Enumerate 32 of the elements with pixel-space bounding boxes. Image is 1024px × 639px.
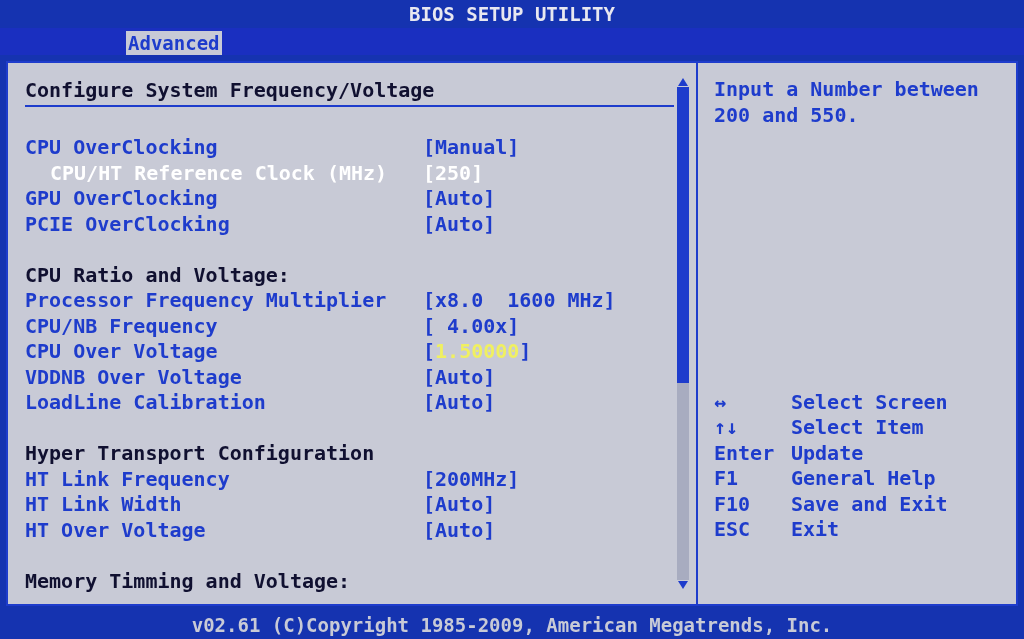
setting-label[interactable]: HT Link Width <box>25 492 182 517</box>
setting-label[interactable]: CPU OverClocking <box>25 135 218 160</box>
setting-label[interactable]: LoadLine Calibration <box>25 390 266 415</box>
key-name: F1 <box>714 465 740 493</box>
key-action: Save and Exit <box>791 490 948 518</box>
help-text: Input a Number between 200 and 550. <box>714 77 980 128</box>
section-heading: Hyper Transport Configuration <box>25 440 375 468</box>
tab[interactable]: Advanced <box>126 31 222 55</box>
key-name: Enter <box>714 439 776 467</box>
setting-label[interactable]: GPU OverClocking <box>25 186 218 211</box>
setting-value[interactable]: [Manual] <box>423 132 520 163</box>
section-heading: Memory Timming and Voltage: <box>25 567 351 595</box>
key-action: Select Item <box>791 414 924 442</box>
panel-title: Configure System Frequency/Voltage <box>25 77 435 104</box>
key-action: Exit <box>791 516 840 544</box>
section-heading: CPU Ratio and Voltage: <box>25 261 290 289</box>
setting-label[interactable]: CPU/NB Frequency <box>25 313 218 338</box>
setting-label[interactable]: VDDNB Over Voltage <box>25 364 242 389</box>
key-action: Update <box>791 439 864 467</box>
key-name: ESC <box>714 516 752 544</box>
window-title: BIOS SETUP UTILITY <box>409 1 615 27</box>
setting-label[interactable]: HT Link Frequency <box>25 466 230 491</box>
setting-label[interactable]: CPU Over Voltage <box>25 339 218 364</box>
setting-label[interactable]: Processor Frequency Multiplier <box>25 288 387 313</box>
setting-label[interactable]: PCIE OverClocking <box>25 211 230 236</box>
key-name: ↔ <box>714 388 728 416</box>
key-name: ↑↓ <box>714 414 740 442</box>
copyright-text: v02.61 (C)Copyright 1985-2009, American Megatrends, Inc. <box>191 613 833 639</box>
key-action: General Help <box>791 465 936 493</box>
key-action: Select Screen <box>791 388 948 416</box>
setting-label[interactable]: HT Over Voltage <box>25 517 206 542</box>
key-name: F10 <box>714 490 752 518</box>
